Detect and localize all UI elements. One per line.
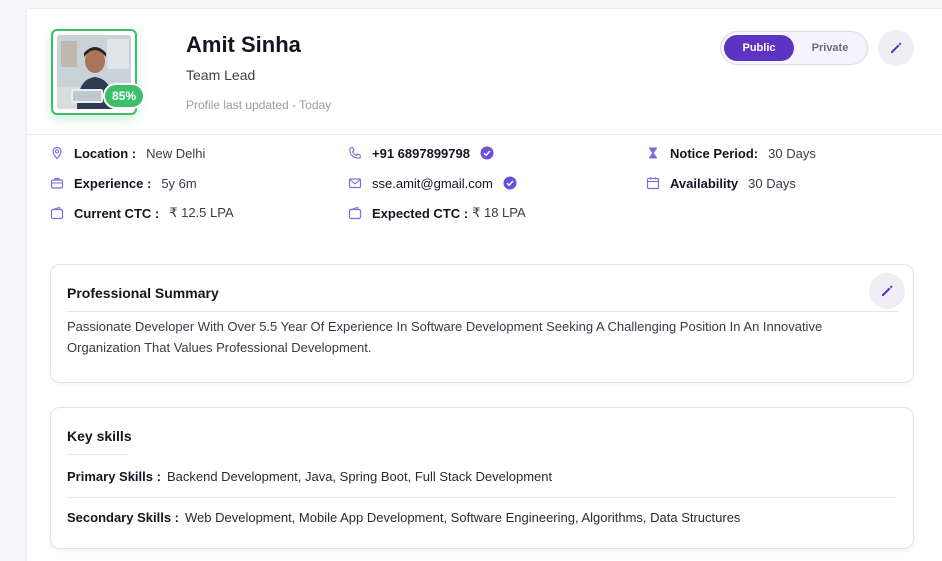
info-expected-ctc: Expected CTC : ₹ 18 LPA xyxy=(348,204,526,222)
profile-header: 85% Amit Sinha Team Lead Profile last up… xyxy=(27,9,942,135)
profile-completion-badge: 85% xyxy=(103,83,145,109)
info-location: Location : New Delhi xyxy=(50,144,205,162)
primary-skills-row: Primary Skills : Backend Development, Jav… xyxy=(67,469,552,484)
info-notice-period: Notice Period: 30 Days xyxy=(646,144,816,162)
visibility-toggle[interactable]: Public Private xyxy=(720,31,868,65)
profile-card: 85% Amit Sinha Team Lead Profile last up… xyxy=(26,8,942,561)
secondary-skills-row: Secondary Skills : Web Development, Mobil… xyxy=(67,510,740,525)
primary-skills-label: Primary Skills : xyxy=(67,469,161,484)
visibility-private-option[interactable]: Private xyxy=(799,35,861,61)
info-experience: Experience : 5y 6m xyxy=(50,174,197,192)
info-availability: Availability 30 Days xyxy=(646,174,796,192)
briefcase-icon xyxy=(50,176,64,190)
secondary-skills-value: Web Development, Mobile App Development,… xyxy=(185,510,741,525)
location-label: Location : xyxy=(74,145,137,161)
section-divider xyxy=(67,311,899,312)
info-current-ctc: Current CTC : ₹ 12.5 LPA xyxy=(50,204,234,222)
secondary-skills-label: Secondary Skills : xyxy=(67,510,179,525)
edit-summary-button[interactable] xyxy=(869,273,905,309)
location-pin-icon xyxy=(50,146,64,160)
location-value: New Delhi xyxy=(146,145,206,161)
profile-name: Amit Sinha xyxy=(186,32,301,57)
mail-icon xyxy=(348,176,362,190)
key-skills-section: Key skills Primary Skills : Backend Devel… xyxy=(50,407,914,549)
phone-icon xyxy=(348,146,362,160)
info-email: sse.amit@gmail.com xyxy=(348,174,517,192)
professional-summary-text: Passionate Developer With Over 5.5 Year … xyxy=(67,319,823,355)
notice-period-value: 30 Days xyxy=(768,145,816,161)
experience-value: 5y 6m xyxy=(161,175,197,191)
email-value[interactable]: sse.amit@gmail.com xyxy=(372,176,493,191)
expected-ctc-value: ₹ 18 LPA xyxy=(472,205,526,220)
verified-check-icon xyxy=(503,176,517,190)
expected-ctc-label: Expected CTC : xyxy=(372,205,469,221)
wallet-icon xyxy=(50,206,64,220)
current-ctc-label: Current CTC : xyxy=(74,205,160,221)
current-ctc-value: ₹ 12.5 LPA xyxy=(169,205,234,220)
wallet-icon xyxy=(348,206,362,220)
hourglass-icon xyxy=(646,146,660,160)
verified-check-icon xyxy=(480,146,494,160)
edit-profile-button[interactable] xyxy=(878,30,914,66)
info-phone: +91 6897899798 xyxy=(348,144,494,162)
profile-updated: Profile last updated - Today xyxy=(186,98,332,112)
visibility-public-option[interactable]: Public xyxy=(724,35,794,61)
pencil-icon xyxy=(891,42,902,53)
pencil-icon xyxy=(882,285,893,296)
section-divider xyxy=(67,454,129,455)
key-skills-title: Key skills xyxy=(67,428,132,444)
experience-label: Experience : xyxy=(74,175,152,191)
primary-skills-value: Backend Development, Java, Spring Boot, … xyxy=(166,469,553,484)
section-divider xyxy=(67,497,897,498)
availability-value: 30 Days xyxy=(748,175,796,191)
notice-period-label: Notice Period: xyxy=(670,145,759,161)
professional-summary-section: Professional Summary Passionate Develope… xyxy=(50,264,914,383)
professional-summary-title: Professional Summary xyxy=(67,285,219,301)
calendar-icon xyxy=(646,176,660,190)
phone-value[interactable]: +91 6897899798 xyxy=(372,146,470,161)
profile-role: Team Lead xyxy=(186,67,256,83)
avatar-frame[interactable]: 85% xyxy=(51,29,145,115)
availability-label: Availability xyxy=(670,175,739,191)
